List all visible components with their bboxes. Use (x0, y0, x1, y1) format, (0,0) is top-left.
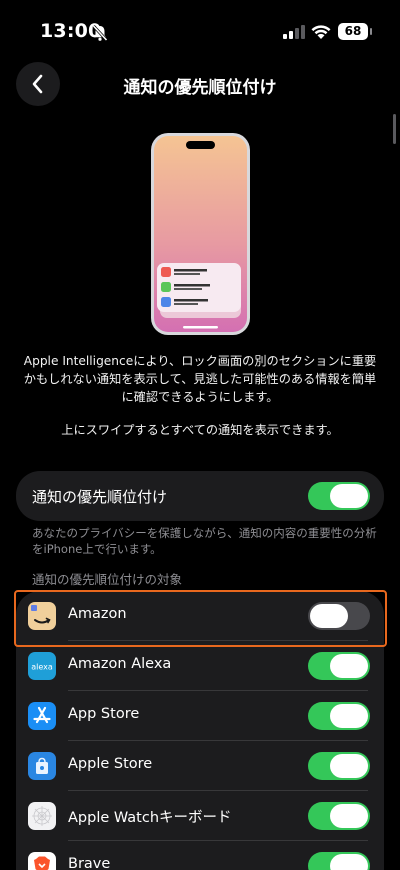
feature-description: Apple Intelligenceにより、ロック画面の別のセクションに重要かも… (23, 354, 377, 404)
app-store-toggle[interactable] (308, 702, 370, 730)
app-row-apple-watch-keyboard: Apple Watchキーボード (16, 791, 384, 841)
priority-notifications-label: 通知の優先順位付け (32, 488, 168, 506)
amazon-toggle[interactable] (308, 602, 370, 630)
app-name: App Store (68, 706, 140, 722)
app-row-apple-store: Apple Store (16, 741, 384, 791)
section-header: 通知の優先順位付けの対象 (32, 572, 183, 587)
toggle-knob (330, 484, 368, 508)
toggle-knob (330, 654, 368, 678)
toggle-knob (330, 854, 368, 870)
privacy-footnote: あなたのプライバシーを保護しながら、通知の内容の重要性の分析をiPhone上で行… (32, 526, 377, 556)
battery-icon: 68 (338, 23, 372, 40)
apple-store-toggle[interactable] (308, 752, 370, 780)
apple-store-icon (28, 752, 56, 780)
apple-watch-keyboard-toggle[interactable] (308, 802, 370, 830)
page-title: 通知の優先順位付け (123, 78, 277, 98)
amazon-app-icon (28, 602, 56, 630)
amazon-alexa-toggle[interactable] (308, 652, 370, 680)
signal-icon (283, 25, 305, 39)
app-store-icon (28, 702, 56, 730)
app-name: Amazon Alexa (68, 656, 172, 672)
brave-icon (28, 852, 56, 870)
toggle-knob (330, 704, 368, 728)
app-name: Brave (68, 856, 111, 870)
phone-illustration (151, 133, 250, 335)
app-name: Amazon (68, 606, 127, 622)
status-bar: 13:00 68 (0, 0, 400, 60)
back-button[interactable] (16, 62, 60, 106)
alexa-icon-text: alexa (31, 663, 53, 672)
app-row-app-store: App Store (16, 691, 384, 741)
priority-notifications-row: 通知の優先順位付け (16, 471, 384, 521)
brave-toggle[interactable] (308, 852, 370, 870)
priority-notifications-toggle[interactable] (308, 482, 370, 510)
toggle-knob (330, 804, 368, 828)
app-row-amazon-alexa: alexa Amazon Alexa (16, 641, 384, 691)
chevron-left-icon (32, 74, 43, 94)
app-name: Apple Watchキーボード (68, 810, 232, 826)
toggle-knob (330, 754, 368, 778)
apple-watch-keyboard-icon (28, 802, 56, 830)
swipe-hint: 上にスワイプするとすべての通知を表示できます。 (61, 423, 339, 437)
app-row-brave: Brave (16, 841, 384, 870)
alexa-app-icon: alexa (28, 652, 56, 680)
bell-slash-icon (92, 24, 108, 42)
app-row-amazon: Amazon (16, 591, 384, 641)
app-name: Apple Store (68, 756, 153, 772)
wifi-icon (311, 25, 331, 39)
scroll-indicator[interactable] (393, 114, 396, 144)
toggle-knob (310, 604, 348, 628)
app-list: Amazon alexa Amazon Alexa App Store Appl… (16, 591, 384, 870)
